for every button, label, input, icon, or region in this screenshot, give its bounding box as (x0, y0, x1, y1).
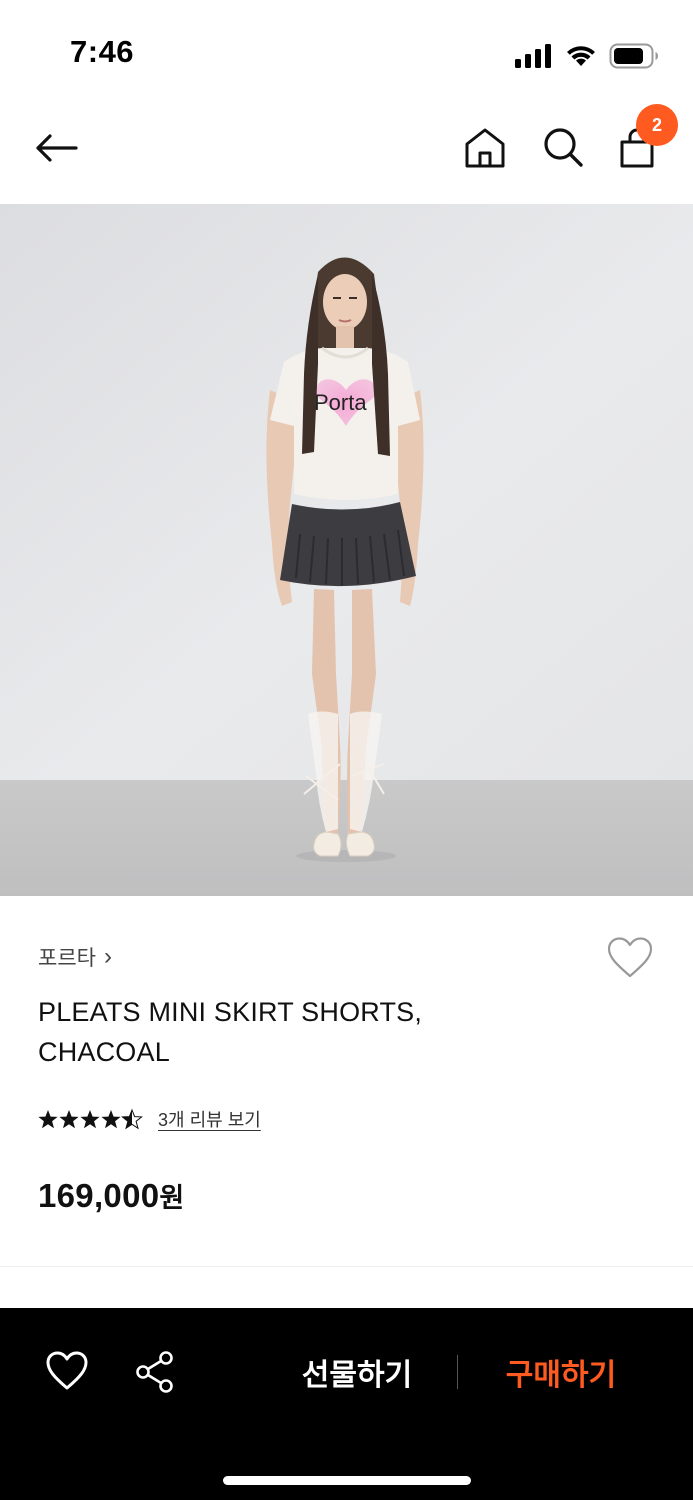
star-full-icon (59, 1110, 79, 1129)
bottom-wishlist-button[interactable] (44, 1350, 90, 1392)
star-full-icon (101, 1110, 121, 1129)
brand-chevron-icon: › (103, 943, 112, 970)
product-price: 169,000원 (38, 1176, 185, 1215)
stars-icon (38, 1109, 143, 1129)
share-button[interactable] (134, 1350, 176, 1394)
brand-link[interactable]: 포르타 › (38, 942, 112, 972)
wishlist-button[interactable] (606, 936, 654, 980)
star-half-icon (121, 1109, 143, 1129)
back-button[interactable] (30, 126, 82, 170)
back-arrow-icon (36, 134, 78, 162)
bottom-action-bar: 선물하기 구매하기 (0, 1308, 693, 1500)
product-photo: Porta (0, 204, 693, 896)
rating-row: 3개 리뷰 보기 (38, 1106, 261, 1132)
nav-bar (0, 100, 693, 204)
heart-icon (46, 1351, 88, 1390)
buy-button[interactable]: 구매하기 (486, 1348, 636, 1396)
star-full-icon (80, 1110, 100, 1129)
search-icon (544, 128, 583, 167)
star-full-icon (38, 1110, 58, 1129)
home-button[interactable] (462, 126, 508, 170)
shirt-print-text: Porta (314, 390, 367, 415)
star-rating (38, 1108, 144, 1130)
product-title: PLEATS MINI SKIRT SHORTS, CHACOAL (38, 997, 423, 1067)
heart-outline-icon (607, 937, 653, 978)
wifi-icon (567, 46, 595, 66)
status-time: 7:46 (70, 34, 135, 69)
price-value: 169,000 (38, 1177, 160, 1214)
home-indicator[interactable] (223, 1476, 471, 1485)
status-icons (515, 40, 659, 72)
gift-button[interactable]: 선물하기 (282, 1348, 432, 1396)
product-image[interactable]: Porta (0, 204, 693, 896)
brand-name: 포르타 (38, 947, 96, 970)
share-icon (136, 1351, 173, 1393)
search-button[interactable] (540, 124, 586, 170)
signal-icon (515, 44, 551, 68)
battery-icon (609, 43, 658, 69)
home-icon (465, 128, 505, 168)
divider (0, 1266, 693, 1267)
cart-count-badge: 2 (636, 104, 678, 146)
price-unit: 원 (159, 1183, 185, 1213)
button-separator (457, 1355, 458, 1389)
status-bar: 7:46 (0, 0, 693, 100)
review-link[interactable]: 3개 리뷰 보기 (158, 1106, 261, 1132)
